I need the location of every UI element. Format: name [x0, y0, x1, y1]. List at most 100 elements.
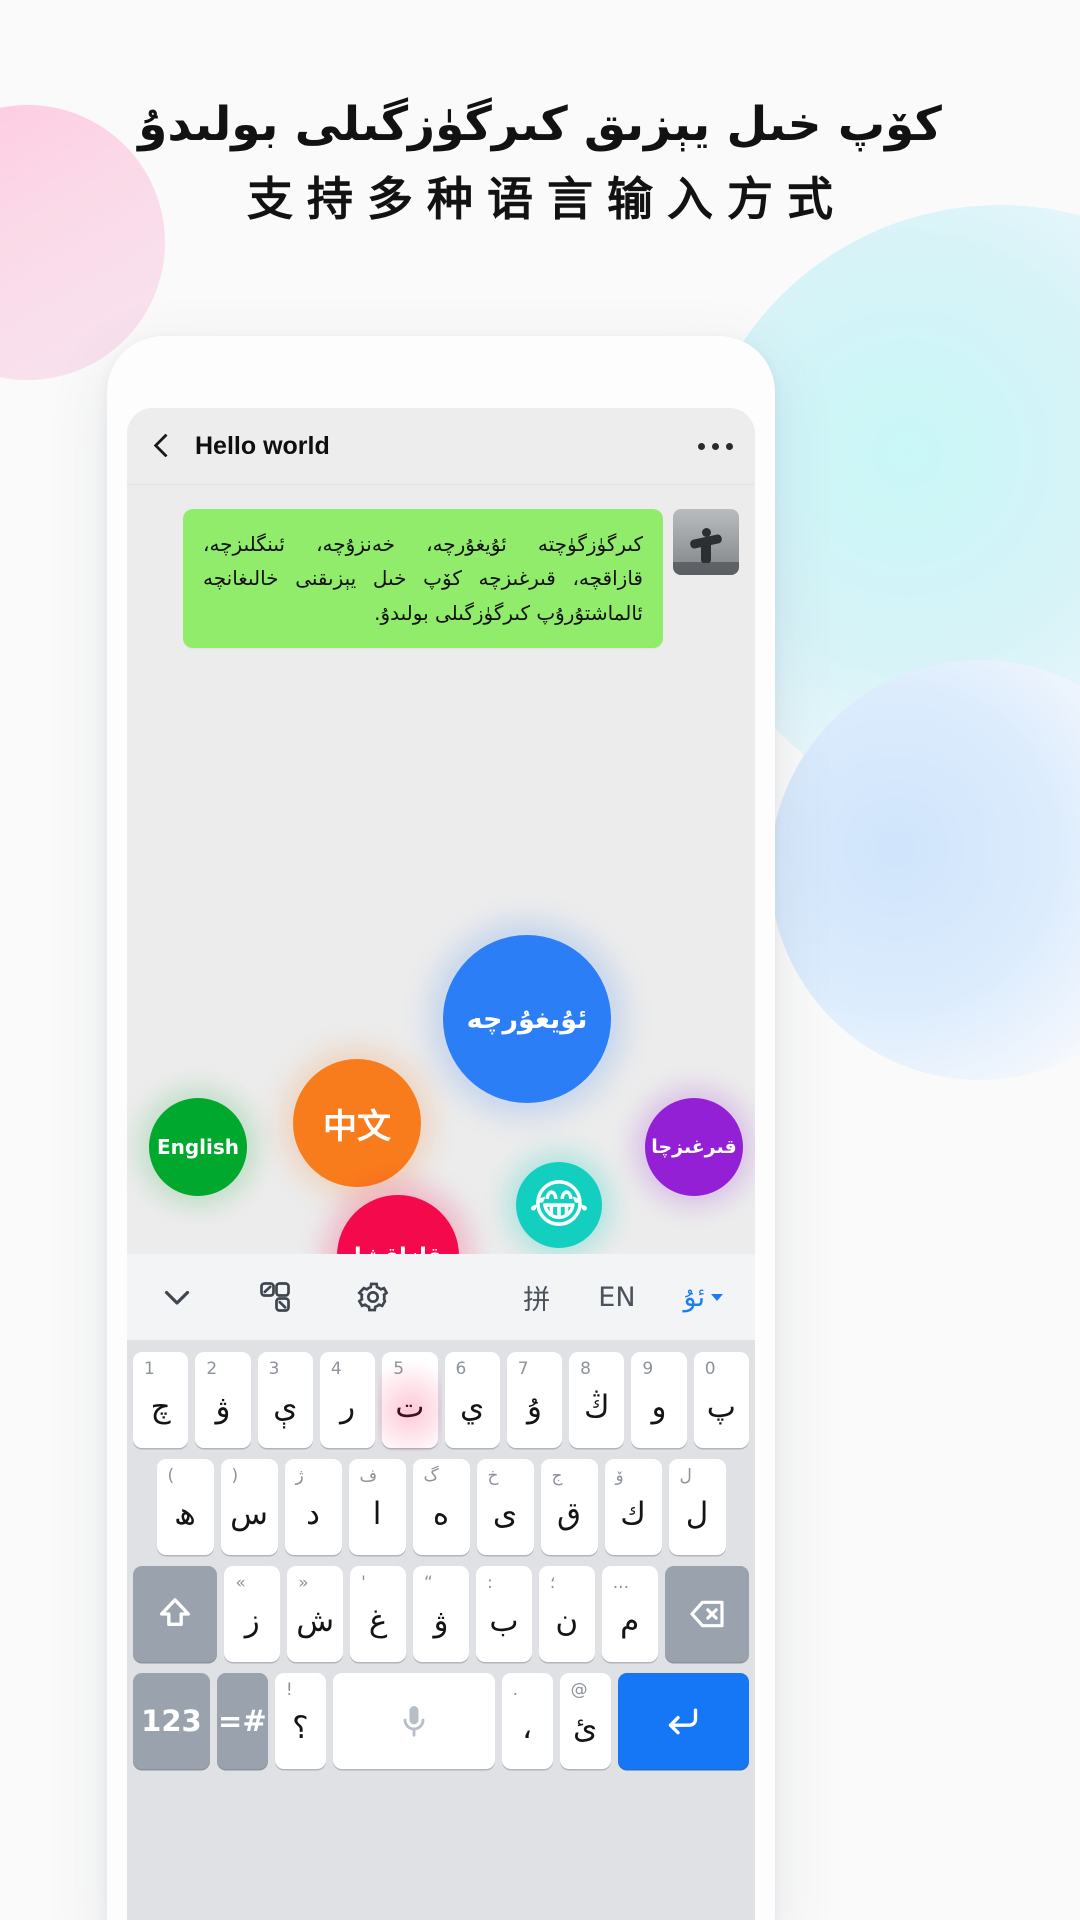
key-label: ې — [273, 1388, 298, 1425]
key-e[interactable]: 3ې — [257, 1352, 313, 1448]
chevron-down-small-icon — [711, 1293, 723, 1301]
key-label: ن — [555, 1602, 579, 1639]
key-label: ۋ — [215, 1388, 231, 1425]
keyboard-rows: 1چ 2ۋ 3ې 4ر 5ت 6ي 7ۇ 8ڭ 9و 0پ (ھ ) س ژد ف… — [127, 1340, 755, 1769]
more-options-icon[interactable] — [698, 442, 733, 450]
message-row: كىرگۈزگۈچتە ئۇيغۇرچە، خەنزۇچە، ئىنگلىزچە… — [127, 485, 755, 649]
gear-icon[interactable] — [355, 1279, 391, 1315]
enter-icon — [669, 1708, 698, 1735]
key-hint: ) — [231, 1466, 239, 1486]
language-bubble-chinese-label: 中文 — [323, 1106, 391, 1147]
key-he[interactable]: گه — [412, 1459, 470, 1555]
key-label: ئ — [572, 1709, 598, 1746]
emoji-face-icon: 😂 — [528, 1175, 590, 1235]
key-label: ه — [432, 1495, 450, 1532]
keyboard-row-4: 123 =# ! ؟ . ، @ ئ — [132, 1673, 750, 1769]
key-k[interactable]: ۆك — [604, 1459, 662, 1555]
key-cheh[interactable]: 1چ — [133, 1352, 189, 1448]
language-bubble-kyrgyz[interactable]: قىرغىزچا — [645, 1098, 743, 1196]
key-hint: ' — [361, 1573, 366, 1593]
key-label: چ — [150, 1388, 171, 1425]
current-language-button[interactable]: ئۇ — [684, 1282, 723, 1313]
key-y[interactable]: 6ي — [444, 1352, 500, 1448]
back-chevron-icon[interactable] — [149, 433, 175, 459]
english-mode-button[interactable]: EN — [598, 1282, 635, 1313]
sticker-grid-icon[interactable] — [257, 1279, 293, 1315]
key-z[interactable]: «ز — [224, 1566, 281, 1662]
backspace-key[interactable] — [664, 1566, 750, 1662]
key-hint: . — [512, 1680, 519, 1700]
enter-key[interactable] — [617, 1673, 750, 1769]
phone-screen: Hello world كىرگۈزگۈچتە ئۇيغۇرچە، خەنزۇچ… — [127, 408, 755, 1920]
keyboard-row-2: (ھ ) س ژد فا گه خى جق ۆك لل — [133, 1459, 749, 1555]
language-bubble-uyghur-label: ئۇيغۇرچە — [466, 1003, 588, 1035]
chevron-down-icon[interactable] — [159, 1279, 195, 1315]
key-label: ۇ — [526, 1388, 542, 1425]
avatar[interactable] — [673, 509, 739, 575]
key-ng[interactable]: 8ڭ — [569, 1352, 625, 1448]
language-bubble-chinese[interactable]: 中文 — [293, 1059, 421, 1187]
key-hint: ! — [285, 1680, 293, 1700]
key-h[interactable]: (ھ — [156, 1459, 214, 1555]
key-hint: 9 — [642, 1359, 654, 1379]
key-comma[interactable]: . ، — [501, 1673, 553, 1769]
key-a[interactable]: فا — [348, 1459, 406, 1555]
key-hint: ل — [679, 1466, 692, 1486]
key-i[interactable]: خى — [476, 1459, 534, 1555]
key-hint: ج — [551, 1466, 563, 1486]
language-bubble-emoji[interactable]: 😂 — [516, 1162, 602, 1248]
key-label: و — [651, 1388, 667, 1425]
numeric-mode-key[interactable]: 123 — [132, 1673, 210, 1769]
key-hint: 2 — [206, 1359, 218, 1379]
key-hint: 3 — [268, 1359, 280, 1379]
pinyin-mode-button[interactable]: 拼 — [523, 1278, 550, 1317]
space-key[interactable] — [332, 1673, 495, 1769]
key-label: ق — [556, 1495, 582, 1532]
key-hint: گ — [423, 1466, 439, 1486]
language-bubble-kyrgyz-label: قىرغىزچا — [651, 1136, 737, 1158]
key-label: م — [620, 1602, 640, 1639]
shift-key[interactable] — [132, 1566, 218, 1662]
key-m[interactable]: ... م — [601, 1566, 658, 1662]
key-hint: « — [235, 1573, 246, 1593]
key-label: ت — [395, 1388, 425, 1425]
key-d[interactable]: ژد — [284, 1459, 342, 1555]
headline-block: كۆپ خىل يېزىق كىرگۈزگىلى بولىدۇ 支持多种语言输入… — [0, 96, 1080, 229]
key-gh[interactable]: ' غ — [350, 1566, 407, 1662]
key-sh[interactable]: » ش — [287, 1566, 344, 1662]
key-hamza[interactable]: @ ئ — [559, 1673, 611, 1769]
message-bubble[interactable]: كىرگۈزگۈچتە ئۇيغۇرچە، خەنزۇچە، ئىنگلىزچە… — [183, 509, 663, 649]
key-label: ي — [460, 1388, 485, 1425]
keyboard-toolbar: 拼 EN ئۇ — [127, 1254, 755, 1340]
key-o[interactable]: 9و — [631, 1352, 687, 1448]
key-label: ش — [296, 1602, 335, 1639]
language-bubble-english[interactable]: English — [149, 1098, 247, 1196]
key-label: ب — [489, 1602, 519, 1639]
key-label: ا — [372, 1495, 382, 1532]
key-t[interactable]: 5ت — [378, 1348, 442, 1452]
key-question[interactable]: ! ؟ — [274, 1673, 326, 1769]
shift-arrow-icon — [160, 1598, 191, 1626]
key-hint: » — [298, 1573, 309, 1593]
key-label: ھ — [174, 1495, 196, 1532]
key-n[interactable]: ؛ ن — [538, 1566, 595, 1662]
key-label: ، — [522, 1709, 533, 1746]
key-l[interactable]: لل — [668, 1459, 726, 1555]
key-u[interactable]: 7ۇ — [506, 1352, 563, 1448]
key-b[interactable]: :ب — [475, 1566, 532, 1662]
key-we[interactable]: 2ۋ — [195, 1352, 251, 1448]
app-stage: كۆپ خىل يېزىق كىرگۈزگىلى بولىدۇ 支持多种语言输入… — [0, 0, 1080, 1920]
key-q[interactable]: جق — [540, 1459, 598, 1555]
symbols-mode-key[interactable]: =# — [216, 1673, 268, 1769]
key-p[interactable]: 0پ — [693, 1352, 749, 1448]
key-s[interactable]: ) س — [220, 1459, 278, 1555]
key-hint: “ — [424, 1573, 433, 1593]
key-hint: @ — [570, 1680, 588, 1700]
key-r[interactable]: 4ر — [319, 1352, 376, 1448]
key-hint: 6 — [455, 1359, 467, 1379]
key-hint: ؛ — [549, 1573, 556, 1593]
key-w[interactable]: “ۋ — [413, 1566, 469, 1662]
key-label: ل — [685, 1495, 709, 1532]
key-label: ڭ — [583, 1388, 610, 1425]
language-bubble-uyghur[interactable]: ئۇيغۇرچە — [443, 935, 611, 1103]
